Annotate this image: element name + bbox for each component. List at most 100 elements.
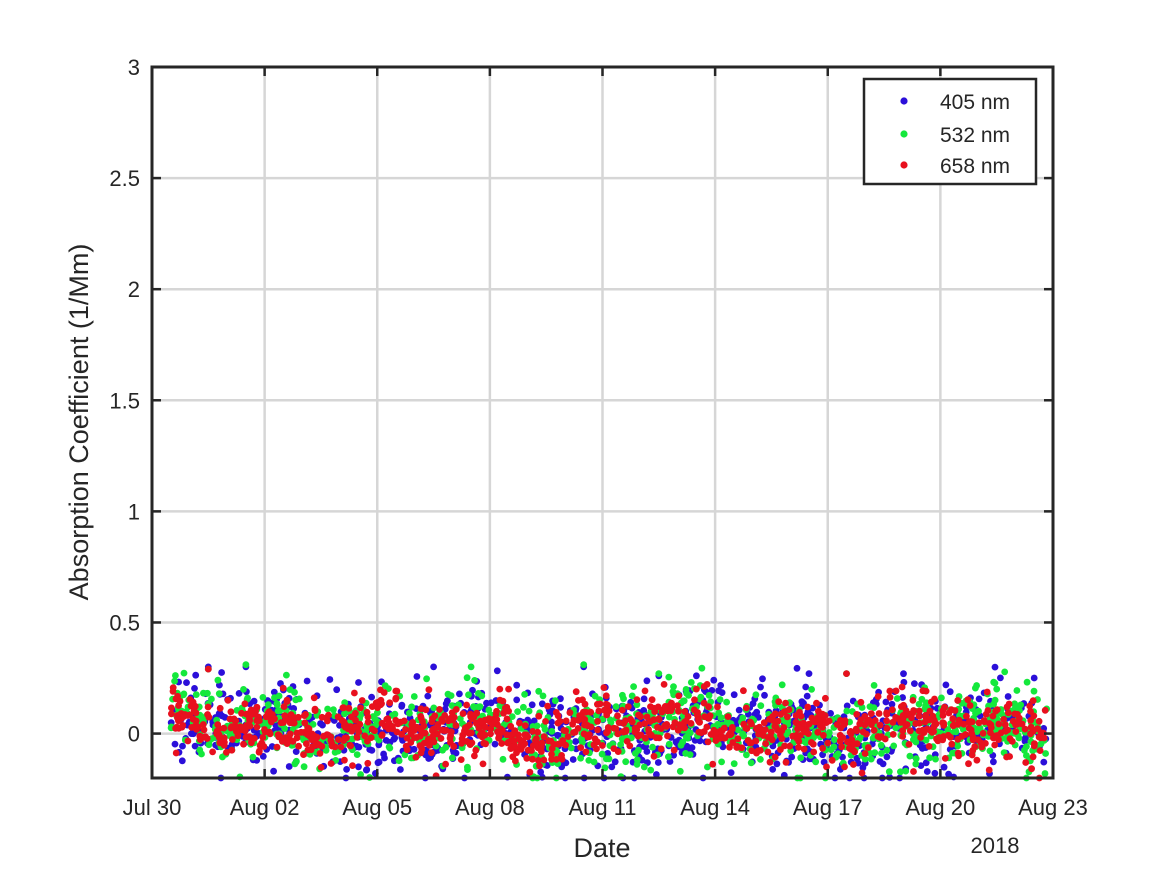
data-point [168,710,175,718]
data-point [352,716,359,724]
data-point [465,691,472,699]
data-point [232,727,240,735]
data-point [704,738,712,746]
x-tick-label: Aug 23 [1018,795,1088,820]
data-point [190,707,198,715]
data-point [205,741,213,749]
data-point [969,747,977,754]
data-point [180,691,187,699]
data-point [967,718,974,725]
data-point [705,703,712,711]
data-point [898,683,906,691]
data-point [458,739,465,747]
data-point [640,695,648,703]
data-point [413,734,420,741]
data-point [717,682,725,689]
data-point [665,673,673,681]
data-point [633,761,641,768]
data-point [1014,720,1022,728]
data-point [437,735,445,742]
data-point [368,747,376,754]
data-point [367,734,375,741]
data-point [503,703,511,711]
data-point [566,709,574,716]
data-point [797,754,805,762]
data-point [506,732,514,739]
data-point [900,670,907,678]
data-point [540,756,548,764]
data-point [726,743,733,751]
data-point [385,743,393,751]
data-point [224,696,232,704]
legend-marker-405 [900,97,908,105]
data-point [660,681,668,688]
data-point [503,715,511,723]
data-point [253,723,261,731]
data-point [691,696,698,704]
data-point [196,736,204,743]
data-point [932,755,939,763]
data-point [697,729,705,737]
legend-label-658: 658 nm [940,155,1010,178]
data-point [198,750,205,758]
data-point [614,748,622,755]
data-point [940,721,948,729]
data-point [442,760,449,768]
data-point [837,717,844,724]
data-point [493,667,501,675]
data-point [640,763,648,771]
data-point [311,705,319,713]
data-point [695,715,702,723]
data-point [533,735,540,742]
data-point [283,671,290,679]
data-point [509,753,517,761]
data-point [645,726,652,733]
data-point [412,753,420,761]
data-point [734,735,742,743]
data-point [491,719,499,726]
data-point [761,691,768,699]
data-point [214,676,222,684]
data-point [303,740,310,748]
data-point [215,690,223,697]
data-point [468,729,475,737]
data-point [850,761,857,768]
data-point [820,731,827,739]
data-point [975,719,983,727]
data-point [757,702,765,710]
data-point [949,715,957,723]
data-point [983,688,991,696]
data-point [535,712,543,720]
data-point [509,743,517,751]
data-point [562,717,570,725]
data-point [792,718,800,726]
data-point [184,737,192,745]
data-point [747,759,755,767]
data-point [771,710,779,718]
data-point [456,690,463,698]
data-point [841,763,848,771]
data-point [577,754,584,762]
data-point [264,701,272,709]
data-point [424,692,432,700]
data-point [824,739,832,747]
data-point [345,704,353,712]
data-point [945,770,952,778]
data-point [553,756,560,763]
data-point [622,758,630,766]
data-point [430,738,438,746]
data-point [867,755,875,763]
data-point [559,737,567,744]
data-point [539,692,547,700]
data-point [608,763,616,771]
data-point [585,757,593,764]
data-point [909,697,917,704]
data-point [481,723,489,731]
data-point [599,742,606,749]
data-point [991,663,999,671]
data-point [680,697,688,705]
data-point [320,732,327,740]
data-point [925,743,933,750]
data-point [740,687,747,695]
data-point [328,739,336,747]
